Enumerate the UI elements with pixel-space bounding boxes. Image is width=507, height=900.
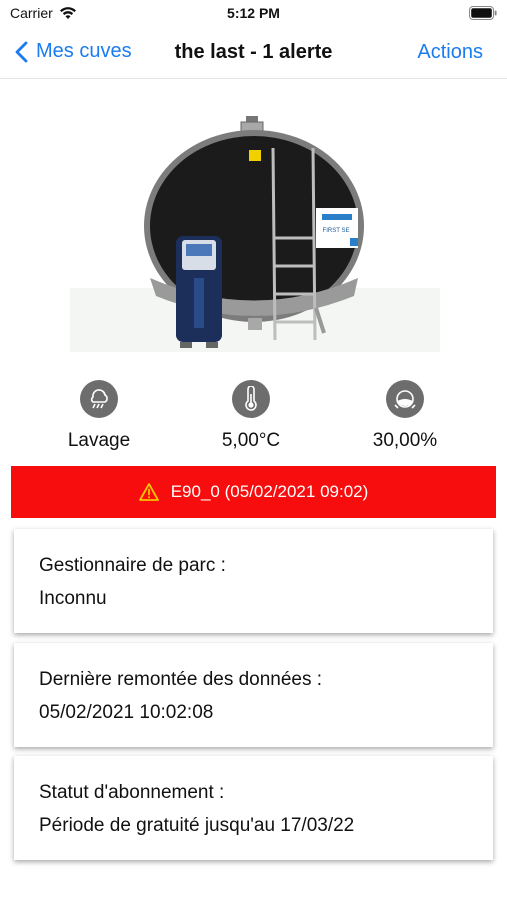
fill-level-icon	[386, 380, 424, 418]
card-value: Période de gratuité jusqu'au 17/03/22	[39, 815, 355, 836]
fill-level-label: 30,00%	[372, 430, 438, 451]
status-bar: Carrier 5:12 PM	[0, 0, 507, 28]
warning-icon	[138, 483, 159, 501]
card-label: Gestionnaire de parc :	[39, 555, 226, 576]
thermometer-icon	[232, 380, 270, 418]
metrics-row: Lavage 5,00°C 30,00%	[0, 380, 507, 460]
actions-button[interactable]: Actions	[417, 41, 483, 64]
metric-washing: Lavage	[24, 380, 174, 452]
clock: 5:12 PM	[227, 5, 280, 21]
alert-banner[interactable]: E90_0 (05/02/2021 09:02)	[11, 466, 496, 518]
card-last-data-upload: Dernière remontée des données : 05/02/20…	[14, 643, 493, 747]
card-fleet-manager: Gestionnaire de parc : Inconnu	[14, 529, 493, 633]
card-label: Dernière remontée des données :	[39, 669, 323, 690]
metric-temperature: 5,00°C	[176, 380, 326, 452]
alert-text: E90_0 (05/02/2021 09:02)	[170, 482, 369, 501]
washing-label: Lavage	[67, 430, 131, 451]
brand-plate: FIRST SE	[323, 228, 350, 234]
card-label: Statut d'abonnement :	[39, 782, 225, 803]
navigation-bar: Mes cuves the last - 1 alerte Actions	[0, 28, 507, 79]
battery-icon	[469, 6, 497, 20]
washing-icon	[80, 380, 118, 418]
card-subscription-status: Statut d'abonnement : Période de gratuit…	[14, 756, 493, 860]
card-value: Inconnu	[39, 588, 107, 609]
temperature-label: 5,00°C	[221, 430, 281, 451]
card-value: 05/02/2021 10:02:08	[39, 702, 214, 723]
metric-fill-level: 30,00%	[330, 380, 480, 452]
tank-illustration: FIRST SE	[70, 108, 440, 358]
